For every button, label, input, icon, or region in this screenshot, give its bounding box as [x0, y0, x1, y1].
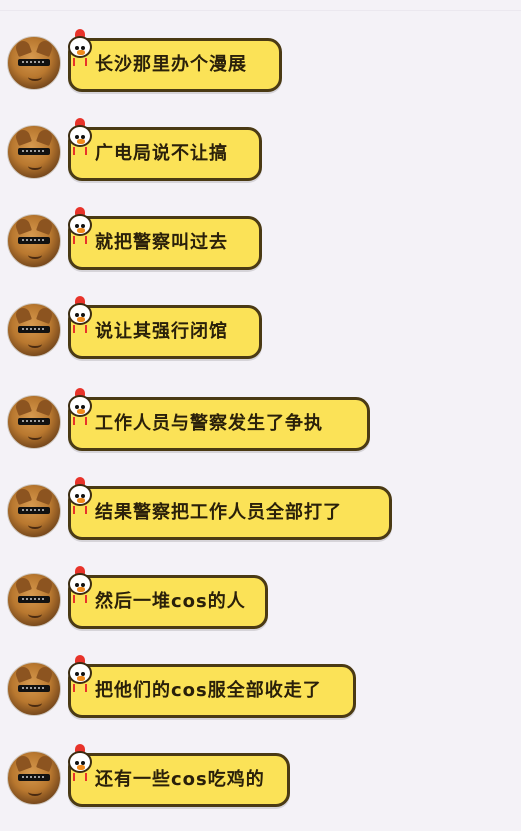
message-text: 广电局说不让搞 [95, 143, 228, 164]
message-text: 长沙那里办个漫展 [95, 54, 247, 75]
message-bubble[interactable]: 广电局说不让搞 [68, 118, 262, 181]
message-bubble[interactable]: 说让其强行闭馆 [68, 296, 262, 359]
sunglasses-icon [18, 326, 50, 333]
sunglasses-icon [18, 507, 50, 514]
sunglasses-icon [18, 59, 50, 66]
chat-message: 长沙那里办个漫展 [0, 29, 521, 116]
chick-icon [65, 744, 95, 784]
chick-icon [65, 296, 95, 336]
sunglasses-icon [18, 237, 50, 244]
sunglasses-icon [18, 418, 50, 425]
chat-message: 说让其强行闭馆 [0, 296, 521, 383]
chick-icon [65, 207, 95, 247]
message-text: 然后一堆cos的人 [95, 591, 246, 612]
message-text: 还有一些cos吃鸡的 [95, 769, 265, 790]
chat-message: 把他们的cos服全部收走了 [0, 655, 521, 742]
message-bubble[interactable]: 还有一些cos吃鸡的 [68, 744, 290, 807]
message-bubble[interactable]: 然后一堆cos的人 [68, 566, 268, 629]
avatar[interactable] [7, 662, 61, 716]
chick-icon [65, 29, 95, 69]
avatar[interactable] [7, 125, 61, 179]
sunglasses-icon [18, 148, 50, 155]
message-text: 把他们的cos服全部收走了 [95, 680, 322, 701]
avatar[interactable] [7, 303, 61, 357]
chick-icon [65, 566, 95, 606]
sunglasses-icon [18, 596, 50, 603]
avatar[interactable] [7, 36, 61, 90]
chat-message: 结果警察把工作人员全部打了 [0, 477, 521, 564]
sunglasses-icon [18, 685, 50, 692]
message-text: 就把警察叫过去 [95, 232, 228, 253]
chat-message: 就把警察叫过去 [0, 207, 521, 294]
chat-message: 广电局说不让搞 [0, 118, 521, 205]
avatar[interactable] [7, 214, 61, 268]
message-text: 结果警察把工作人员全部打了 [95, 502, 342, 523]
chick-icon [65, 388, 95, 428]
chick-icon [65, 655, 95, 695]
message-bubble[interactable]: 把他们的cos服全部收走了 [68, 655, 356, 718]
chat-message: 工作人员与警察发生了争执 [0, 388, 521, 475]
avatar[interactable] [7, 751, 61, 805]
chat-message-list[interactable]: 长沙那里办个漫展 广电局说不让搞 就把警察叫过去 说让其强行闭馆 工作人员与警察… [0, 0, 521, 829]
message-bubble[interactable]: 工作人员与警察发生了争执 [68, 388, 370, 451]
message-text: 说让其强行闭馆 [95, 321, 228, 342]
chick-icon [65, 477, 95, 517]
message-bubble[interactable]: 就把警察叫过去 [68, 207, 262, 270]
avatar[interactable] [7, 395, 61, 449]
avatar[interactable] [7, 484, 61, 538]
avatar[interactable] [7, 573, 61, 627]
chat-message: 还有一些cos吃鸡的 [0, 744, 521, 831]
message-text: 工作人员与警察发生了争执 [95, 413, 323, 434]
chat-message: 然后一堆cos的人 [0, 566, 521, 653]
message-bubble[interactable]: 长沙那里办个漫展 [68, 29, 282, 92]
sunglasses-icon [18, 774, 50, 781]
chick-icon [65, 118, 95, 158]
message-bubble[interactable]: 结果警察把工作人员全部打了 [68, 477, 392, 540]
